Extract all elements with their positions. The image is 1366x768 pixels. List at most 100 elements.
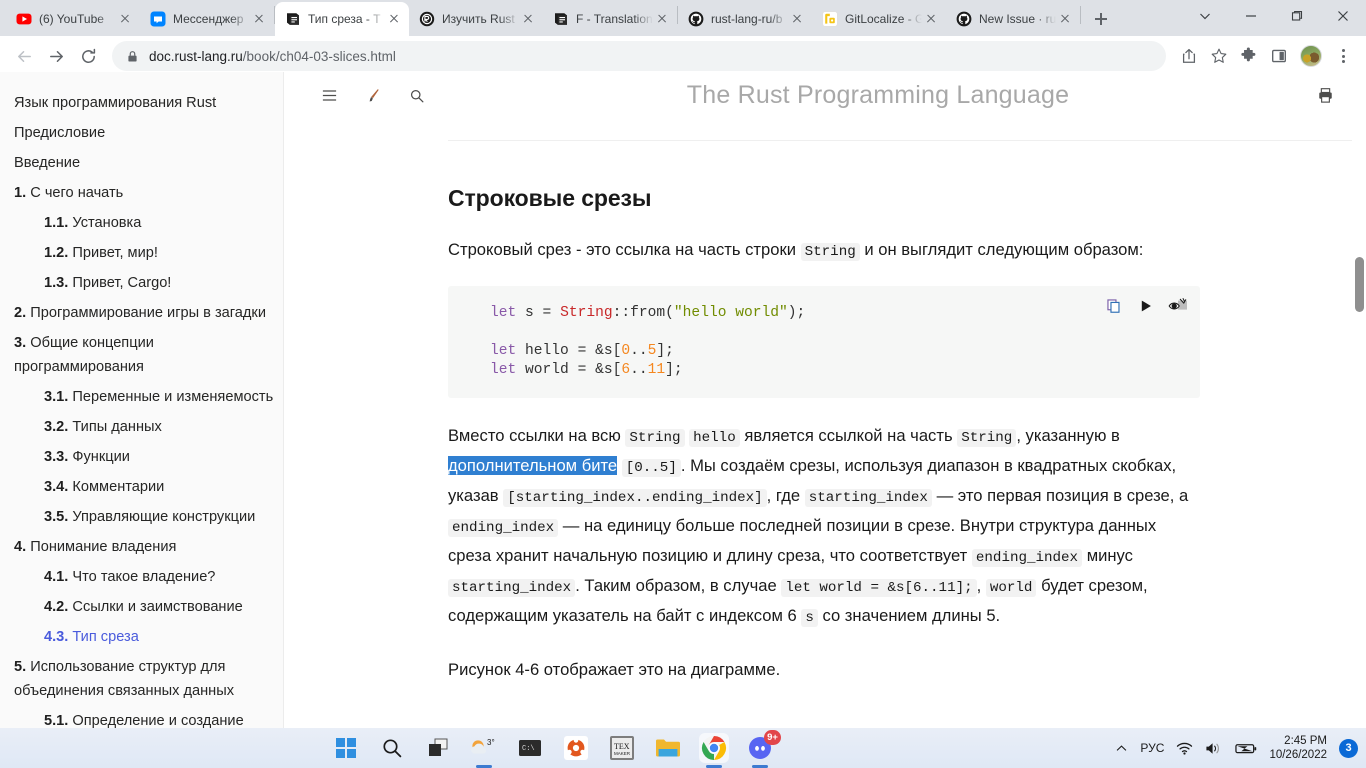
browser-tab[interactable]: New Issue · ru	[946, 2, 1080, 36]
extensions-puzzle-icon[interactable]	[1234, 41, 1264, 71]
chrome-menu-icon[interactable]	[1328, 41, 1358, 71]
sidebar-item-label[interactable]: Привет, Cargo!	[72, 275, 171, 291]
printer-icon[interactable]	[1310, 81, 1340, 111]
close-icon[interactable]	[1320, 0, 1366, 32]
share-icon[interactable]	[1174, 41, 1204, 71]
sidebar-item[interactable]: 1. С чего начать	[14, 178, 266, 208]
sidebar-item[interactable]: Введение	[14, 148, 266, 178]
start-windows-icon[interactable]	[331, 733, 361, 763]
bookmark-star-icon[interactable]	[1204, 41, 1234, 71]
run-play-icon[interactable]	[1136, 296, 1156, 316]
back-arrow-icon[interactable]	[8, 40, 40, 72]
tab-search-chevron-down-icon[interactable]	[1182, 0, 1228, 32]
browser-tab[interactable]: Мессенджер	[140, 2, 274, 36]
sidebar-item[interactable]: 3. Общие концепции программирования	[14, 331, 266, 379]
sidebar-item-label[interactable]: Тип среза	[72, 629, 138, 645]
sidebar-item[interactable]: 1.1. Установка	[14, 208, 266, 238]
sidebar-item[interactable]: 4. Понимание владения	[14, 532, 266, 562]
taskbar-clock[interactable]: 2:45 PM 10/26/2022	[1269, 734, 1327, 762]
browser-tab[interactable]: rust-lang-ru/b	[678, 2, 812, 36]
sidebar-item-label[interactable]: Переменные и изменяемость	[72, 389, 273, 405]
browser-tab[interactable]: F - Translation	[543, 2, 677, 36]
new-tab-button[interactable]	[1087, 5, 1115, 33]
close-icon[interactable]	[922, 10, 940, 28]
page-scrollbar-thumb[interactable]	[1355, 257, 1364, 312]
sidebar-item[interactable]: 3.1. Переменные и изменяемость	[14, 382, 273, 412]
browser-tab[interactable]: GitLocalize - G	[812, 2, 946, 36]
forward-arrow-icon[interactable]	[40, 40, 72, 72]
sidebar-item-label[interactable]: Программирование игры в загадки	[30, 305, 266, 321]
address-bar[interactable]: doc.rust-lang.ru/book/ch04-03-slices.htm…	[112, 41, 1166, 71]
sidebar-item-label[interactable]: Типы данных	[72, 419, 161, 435]
volume-icon[interactable]	[1205, 741, 1223, 756]
sidebar-item[interactable]: Язык программирования Rust	[14, 88, 266, 118]
close-icon[interactable]	[116, 10, 134, 28]
sidebar-item[interactable]: 1.2. Привет, мир!	[14, 238, 266, 268]
language-indicator[interactable]: РУС	[1140, 741, 1164, 755]
sidebar-item[interactable]: 4.2. Ссылки и заимствование	[14, 592, 266, 622]
task-view-icon[interactable]	[423, 733, 453, 763]
sidebar-item[interactable]: 3.4. Комментарии	[14, 472, 266, 502]
close-icon[interactable]	[653, 10, 671, 28]
code-block[interactable]: let s = String::from("hello world"); let…	[448, 286, 1200, 398]
sidebar-item-label[interactable]: Введение	[14, 155, 80, 171]
hamburger-icon[interactable]	[314, 81, 344, 111]
sidebar-item[interactable]: 4.3. Тип среза	[14, 622, 266, 652]
search-icon[interactable]	[377, 733, 407, 763]
search-icon[interactable]	[402, 81, 432, 111]
sidebar-item[interactable]: 2. Программирование игры в загадки	[14, 298, 266, 328]
sidebar-item[interactable]: 1.3. Привет, Cargo!	[14, 268, 266, 298]
close-icon[interactable]	[519, 10, 537, 28]
terminal-icon[interactable]: C:\	[515, 733, 545, 763]
browser-tab[interactable]: Тип среза - Т	[275, 2, 409, 36]
battery-icon[interactable]	[1235, 742, 1257, 755]
sidebar-item[interactable]: 3.2. Типы данных	[14, 412, 266, 442]
profile-avatar[interactable]	[1300, 45, 1322, 67]
chevron-up-icon[interactable]	[1115, 742, 1128, 755]
sidebar-item-label[interactable]: Что такое владение?	[72, 569, 215, 585]
sidebar-item-label[interactable]: Установка	[72, 215, 141, 231]
close-icon[interactable]	[250, 10, 268, 28]
paintbrush-icon[interactable]	[358, 81, 388, 111]
sidebar-item[interactable]: 3.3. Функции	[14, 442, 266, 472]
sidebar-item[interactable]: 5.1. Определение и создание	[14, 706, 266, 728]
sidebar-item-label[interactable]: Привет, мир!	[72, 245, 158, 261]
page-scrollbar[interactable]	[1352, 72, 1366, 728]
wifi-icon[interactable]	[1176, 741, 1193, 756]
restore-icon[interactable]	[1274, 0, 1320, 32]
close-icon[interactable]	[788, 10, 806, 28]
close-icon[interactable]	[1056, 10, 1074, 28]
reload-icon[interactable]	[72, 40, 104, 72]
sidebar-item-label[interactable]: Общие концепции программирования	[14, 335, 154, 375]
sidebar-item[interactable]: 5. Использование структур для объединени…	[14, 655, 266, 703]
close-icon[interactable]	[385, 10, 403, 28]
sidebar-item-label[interactable]: Комментарии	[72, 479, 164, 495]
sidebar-item-label[interactable]: Определение и создание	[72, 713, 243, 728]
sidebar-item-label[interactable]: С чего начать	[30, 185, 123, 201]
copy-icon[interactable]	[1104, 296, 1124, 316]
notification-badge[interactable]: 3	[1339, 738, 1358, 758]
sidebar-item-label[interactable]: Управляющие конструкции	[72, 509, 255, 525]
tab-title: (6) YouTube	[39, 12, 104, 26]
sidepanel-icon[interactable]	[1264, 41, 1294, 71]
weather-widget-icon[interactable]: 3°	[469, 733, 499, 763]
minimize-icon[interactable]	[1228, 0, 1274, 32]
discord-icon[interactable]: 9+	[745, 730, 781, 763]
sidebar-item[interactable]: 4.1. Что такое владение?	[14, 562, 266, 592]
sidebar-item-label[interactable]: Использование структур для объединения с…	[14, 659, 234, 699]
sidebar-item[interactable]: 3.5. Управляющие конструкции	[14, 502, 266, 532]
sidebar-item-label[interactable]: Язык программирования Rust	[14, 95, 216, 111]
sidebar-item-label[interactable]: Функции	[72, 449, 130, 465]
show-hidden-eye-icon[interactable]	[1168, 296, 1188, 316]
chrome-icon[interactable]	[699, 733, 729, 763]
browser-tab[interactable]: Изучить Rust	[409, 2, 543, 36]
sidebar-item-label[interactable]: Понимание владения	[30, 539, 176, 555]
sidebar-item-label[interactable]: Предисловие	[14, 125, 105, 141]
texmaker-icon[interactable]: TEX MAKER	[607, 733, 637, 763]
browser-tab[interactable]: (6) YouTube	[6, 2, 140, 36]
sidebar-item-label[interactable]: Ссылки и заимствование	[72, 599, 242, 615]
file-explorer-icon[interactable]	[653, 733, 683, 763]
sidebar-item[interactable]: Предисловие	[14, 118, 266, 148]
book-sidebar[interactable]: Язык программирования Rust Предисловие Вве…	[0, 72, 284, 728]
ubuntu-icon[interactable]	[561, 733, 591, 763]
